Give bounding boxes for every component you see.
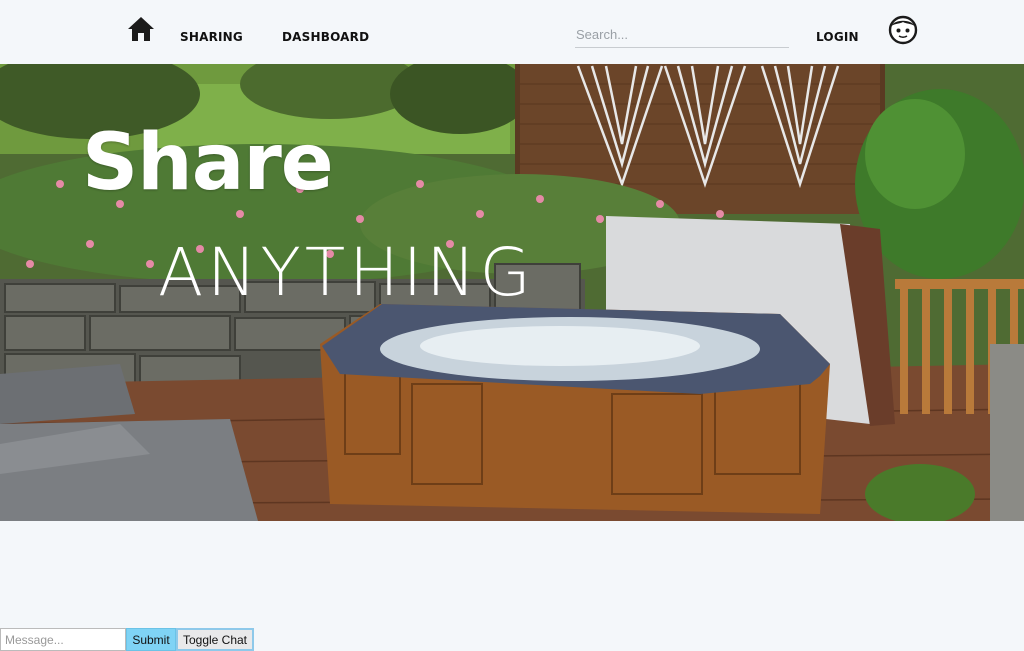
search-input[interactable]	[575, 22, 789, 46]
submit-button[interactable]: Submit	[126, 628, 176, 651]
chat-bar: Submit Toggle Chat	[0, 628, 254, 651]
message-input[interactable]	[0, 628, 126, 651]
top-nav: SHARING DASHBOARD LOGIN	[0, 0, 1024, 64]
toggle-chat-button[interactable]: Toggle Chat	[176, 628, 254, 651]
hero-title: Share	[82, 118, 334, 208]
nav-link-dashboard[interactable]: DASHBOARD	[282, 30, 369, 44]
nav-link-sharing[interactable]: SHARING	[180, 30, 243, 44]
hero-subtitle: ANYTHING	[158, 234, 535, 311]
hero-banner: Share ANYTHING	[0, 64, 1024, 521]
avatar-icon[interactable]	[888, 15, 918, 45]
nav-link-login[interactable]: LOGIN	[816, 30, 859, 44]
home-icon[interactable]	[127, 16, 155, 42]
search-field	[575, 22, 789, 48]
